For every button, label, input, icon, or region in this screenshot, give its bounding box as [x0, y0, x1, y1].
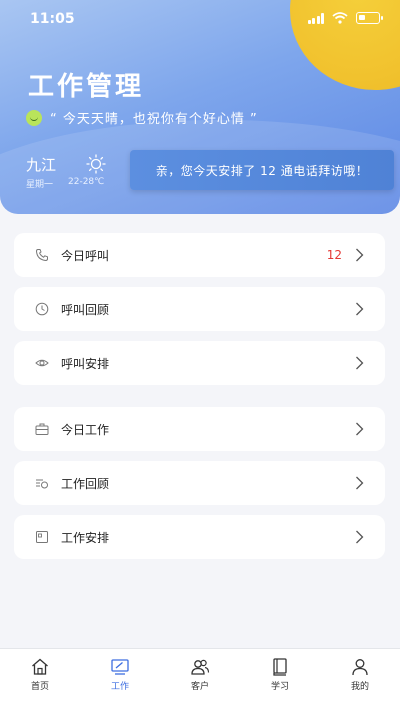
menu-label: 呼叫安排	[61, 356, 110, 371]
menu-label: 今日呼叫	[61, 248, 110, 263]
customers-icon	[191, 659, 210, 675]
menu-label: 工作回顾	[61, 476, 110, 491]
battery-icon	[356, 12, 383, 24]
chevron-right-icon	[356, 356, 364, 370]
smile-icon	[26, 109, 42, 126]
bottom-tab-bar: 首页 工作 客户 学习 我的	[0, 648, 400, 711]
tab-customers[interactable]: 客户	[160, 649, 240, 711]
tab-label: 工作	[110, 682, 129, 692]
menu-item-call-schedule[interactable]: 呼叫安排	[14, 341, 385, 385]
motto: “ 今天天晴，也祝你有个好心情 ”	[26, 108, 258, 127]
weather-temp: 22-28℃	[68, 177, 105, 187]
header-banner: 11:05 工作管理 “ 今天天晴，也祝你有个好心情 ” 九江 星期一 22-2…	[0, 0, 400, 214]
chevron-right-icon	[356, 476, 364, 490]
chevron-right-icon	[356, 530, 364, 544]
chevron-right-icon	[356, 422, 364, 436]
chevron-right-icon	[356, 302, 364, 316]
call-count-badge: 12	[326, 248, 342, 262]
book-icon	[273, 658, 287, 676]
calendar-icon	[36, 531, 48, 543]
eye-icon	[35, 359, 49, 367]
menu-item-call-review[interactable]: 呼叫回顾	[14, 287, 385, 331]
menu-item-today-work[interactable]: 今日工作	[14, 407, 385, 451]
work-icon	[111, 659, 129, 675]
tab-label: 客户	[190, 682, 209, 692]
menu-label: 今日工作	[61, 422, 110, 437]
weather-city: 九江	[26, 156, 57, 174]
wifi-icon	[332, 12, 348, 24]
call-notice-banner[interactable]: 亲，您今天安排了 12 通电话拜访哦！	[124, 150, 394, 194]
tab-study[interactable]: 学习	[240, 649, 320, 711]
profile-icon	[352, 659, 368, 676]
home-icon	[32, 658, 48, 675]
signal-icon	[307, 12, 324, 24]
phone-icon	[35, 249, 48, 262]
menu-item-work-review[interactable]: 工作回顾	[14, 461, 385, 505]
status-bar: 11:05	[0, 0, 400, 38]
tab-label: 首页	[30, 682, 49, 692]
motto-text: “ 今天天晴，也祝你有个好心情 ”	[50, 112, 258, 127]
weather-weekday: 星期一	[26, 180, 54, 190]
briefcase-icon	[35, 423, 49, 435]
tab-label: 学习	[270, 682, 289, 692]
tab-home[interactable]: 首页	[0, 649, 80, 711]
notice-text: 亲，您今天安排了 12 通电话拜访哦！	[155, 163, 369, 178]
status-time: 11:05	[30, 11, 75, 27]
clock-icon	[35, 302, 49, 316]
menu-item-today-calls[interactable]: 今日呼叫 12	[14, 233, 385, 277]
chevron-right-icon	[356, 248, 364, 262]
tab-label: 我的	[350, 682, 369, 692]
tab-work[interactable]: 工作	[80, 649, 160, 711]
menu-item-work-schedule[interactable]: 工作安排	[14, 515, 385, 559]
status-icons	[307, 12, 383, 24]
menu-label: 呼叫回顾	[61, 302, 110, 317]
sun-icon	[86, 154, 106, 174]
page-title: 工作管理	[28, 72, 145, 102]
tab-mine[interactable]: 我的	[320, 649, 400, 711]
review-icon	[36, 479, 48, 489]
menu-label: 工作安排	[61, 530, 110, 545]
